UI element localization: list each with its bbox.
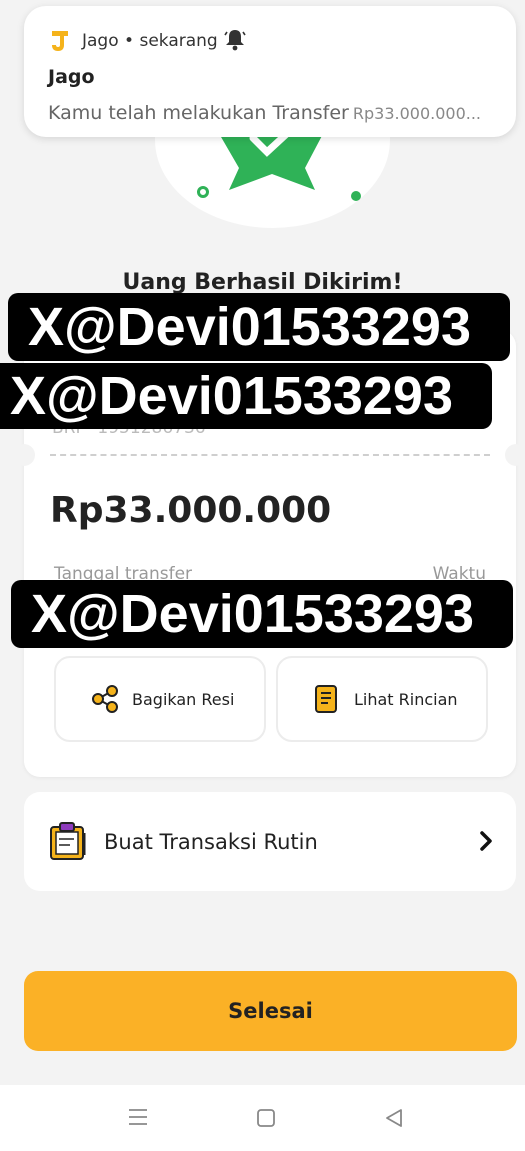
dashed-divider [50, 454, 490, 456]
chevron-right-icon [480, 831, 492, 851]
watermark-overlay: X@Devi01533293 [0, 363, 492, 429]
transfer-amount: Rp33.000.000 [50, 490, 332, 531]
view-details-button[interactable]: Lihat Rincian [276, 656, 488, 742]
success-headline: Uang Berhasil Dikirim! [122, 270, 403, 295]
notification-app-name: Jago [82, 31, 119, 51]
system-nav-bar [0, 1085, 525, 1151]
decor-dot [197, 186, 209, 198]
watermark-overlay: X@Devi01533293 [11, 580, 513, 648]
notification-title: Jago [48, 66, 95, 88]
share-icon [92, 685, 118, 713]
back-icon[interactable] [383, 1107, 405, 1129]
push-notification[interactable]: Jago • sekarang Jago Kamu telah melakuka… [24, 6, 516, 137]
notification-body-amount: Rp33.000.000... [352, 104, 482, 123]
receipt-icon [315, 685, 337, 713]
jago-logo-icon [52, 31, 68, 51]
create-routine-transaction[interactable]: Buat Transaksi Rutin [24, 792, 516, 891]
finish-button[interactable]: Selesai [24, 971, 517, 1051]
home-icon[interactable] [255, 1107, 277, 1129]
notification-body: Kamu telah melakukan Transfer Rp33.000.00… [48, 102, 481, 124]
notification-app-line: Jago • sekarang [82, 31, 218, 51]
share-receipt-button[interactable]: Bagikan Resi [54, 656, 266, 742]
decor-dot [351, 191, 361, 201]
routine-transaction-label: Buat Transaksi Rutin [104, 829, 318, 854]
notification-body-text: Kamu telah melakukan Transfer [48, 102, 349, 124]
clipboard-icon [50, 821, 86, 860]
notification-separator: • [124, 31, 135, 51]
view-details-label: Lihat Rincian [354, 689, 458, 709]
share-receipt-label: Bagikan Resi [132, 689, 235, 709]
ticket-notch-left [13, 444, 35, 466]
bell-icon [224, 30, 246, 51]
watermark-overlay: X@Devi01533293 [8, 293, 510, 361]
menu-icon[interactable] [127, 1107, 149, 1127]
notification-time: sekarang [139, 31, 218, 51]
ticket-notch-right [505, 444, 525, 466]
